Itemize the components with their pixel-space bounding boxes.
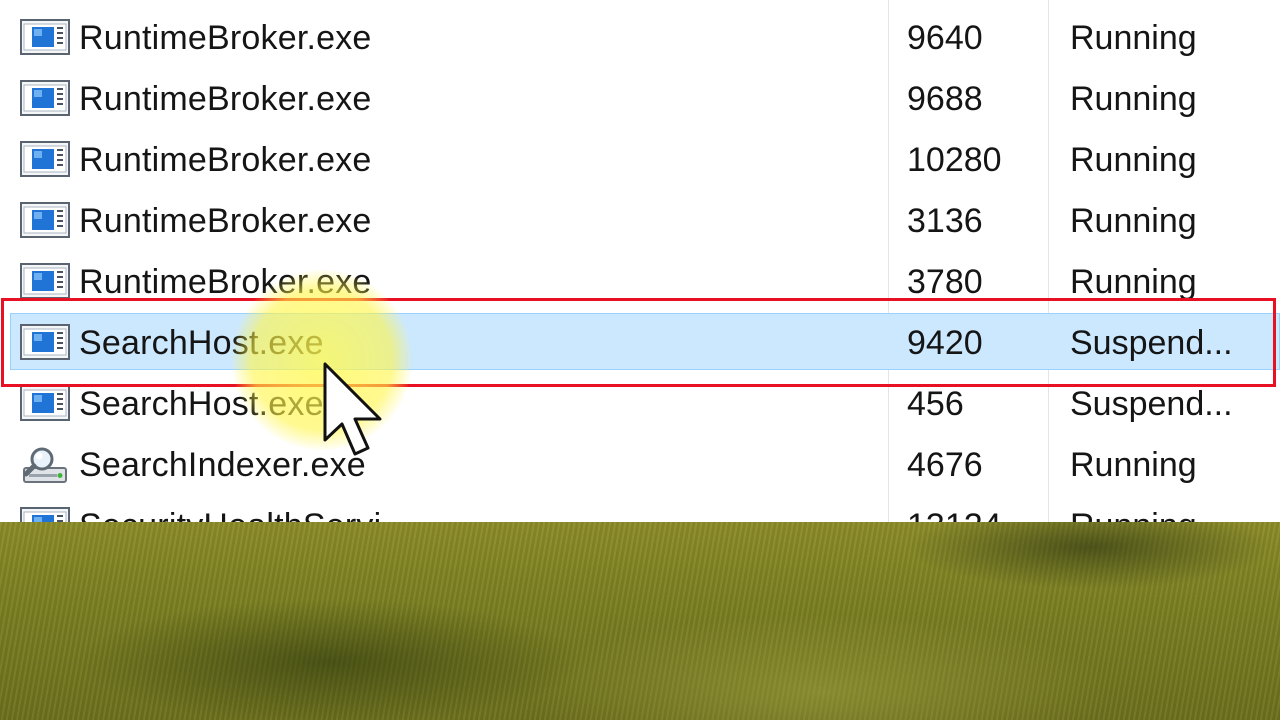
process-name: RuntimeBroker.exe xyxy=(79,202,372,240)
table-row-selected[interactable]: SearchHost.exe 9420 Suspend... xyxy=(0,311,1280,372)
process-pid: 456 xyxy=(907,385,964,423)
table-row-partial[interactable]: SecurityHealthServi... 13124 Running xyxy=(0,494,1280,522)
process-pid: 10280 xyxy=(907,141,1002,179)
app-window-icon xyxy=(20,324,70,360)
process-status: Running xyxy=(1070,263,1197,301)
table-row[interactable]: RuntimeBroker.exe 9688 Running xyxy=(0,67,1280,128)
table-row[interactable]: RuntimeBroker.exe 3780 Running xyxy=(0,250,1280,311)
process-list-panel: RuntimeBroker.exe 9640 Running RuntimeBr… xyxy=(0,0,1280,522)
app-window-icon xyxy=(20,19,70,55)
process-pid: 9688 xyxy=(907,80,983,118)
app-window-icon xyxy=(20,80,70,116)
process-pid: 4676 xyxy=(907,446,983,484)
process-pid: 9640 xyxy=(907,19,983,57)
table-row[interactable]: SearchIndexer.exe 4676 Running xyxy=(0,433,1280,494)
search-indexer-icon xyxy=(20,446,70,483)
app-window-icon xyxy=(20,141,70,177)
table-row[interactable]: RuntimeBroker.exe 3136 Running xyxy=(0,189,1280,250)
process-status: Running xyxy=(1070,80,1197,118)
app-window-icon xyxy=(20,202,70,238)
app-window-icon xyxy=(20,263,70,299)
process-name: RuntimeBroker.exe xyxy=(79,141,372,179)
process-pid: 9420 xyxy=(907,324,983,362)
process-status: Running xyxy=(1070,141,1197,179)
table-row[interactable]: SearchHost.exe 456 Suspend... xyxy=(0,372,1280,433)
app-window-icon xyxy=(20,507,70,522)
process-name: SearchHost.exe xyxy=(79,385,324,423)
process-name: RuntimeBroker.exe xyxy=(79,19,372,57)
process-name: SearchIndexer.exe xyxy=(79,446,366,484)
process-pid: 13124 xyxy=(907,507,1002,522)
process-status: Running xyxy=(1070,446,1197,484)
process-status: Running xyxy=(1070,507,1197,522)
desktop-wallpaper xyxy=(0,522,1280,720)
table-row[interactable]: RuntimeBroker.exe 9640 Running xyxy=(0,6,1280,67)
process-status: Suspend... xyxy=(1070,385,1233,423)
process-status: Running xyxy=(1070,202,1197,240)
process-pid: 3136 xyxy=(907,202,983,240)
process-name: SecurityHealthServi... xyxy=(79,507,410,522)
process-status: Running xyxy=(1070,19,1197,57)
table-row[interactable]: RuntimeBroker.exe 10280 Running xyxy=(0,128,1280,189)
process-status: Suspend... xyxy=(1070,324,1233,362)
process-name: RuntimeBroker.exe xyxy=(79,263,372,301)
process-name: RuntimeBroker.exe xyxy=(79,80,372,118)
process-name: SearchHost.exe xyxy=(79,324,324,362)
process-pid: 3780 xyxy=(907,263,983,301)
app-window-icon xyxy=(20,385,70,421)
